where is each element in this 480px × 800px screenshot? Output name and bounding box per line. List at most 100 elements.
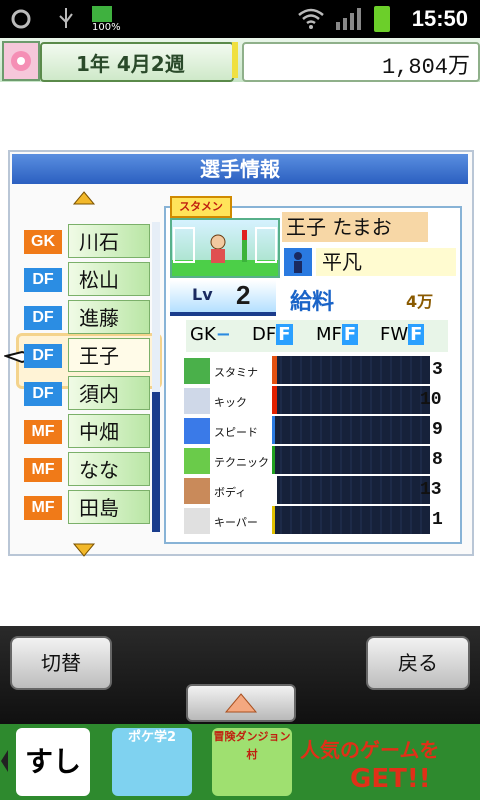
stat-value: 13 — [420, 480, 442, 500]
stat-label: テクニック — [214, 456, 269, 469]
aptitude-gk: GK− — [190, 324, 231, 345]
stat-label: ボディ — [214, 486, 247, 499]
position-badge: DF — [24, 382, 62, 406]
scroll-up-arrow[interactable] — [72, 190, 96, 206]
aptitude-pos: MF — [316, 324, 342, 345]
aptitude-fw: FW F — [380, 324, 425, 345]
recycle-icon — [10, 8, 32, 30]
aptitude-df: DF F — [252, 324, 293, 345]
aptitude-grade: F — [341, 324, 359, 345]
ad-left-arrow[interactable] — [0, 746, 10, 776]
ad-app-sushi[interactable]: すし — [16, 728, 90, 796]
position-badge: GK — [24, 230, 62, 254]
wifi-icon — [296, 6, 326, 30]
level-label: Lv — [192, 285, 213, 304]
position-aptitudes: GK− DF F MF F FW F — [186, 320, 448, 352]
aptitude-pos: GK — [190, 324, 216, 345]
battery-small-icon — [92, 6, 112, 22]
aptitude-pos: DF — [252, 324, 277, 345]
stats-list: スタミナ 3 キック 10 スピード 9 テクニック 8 ボディ 13 キーパー… — [184, 356, 450, 536]
stat-bar-fill — [272, 416, 276, 444]
player-name: 田島 — [68, 490, 150, 524]
stat-row: キーパー 1 — [184, 506, 450, 536]
ad-headline: 人気のゲームを — [300, 738, 440, 762]
stat-value: 10 — [420, 390, 442, 410]
position-badge: DF — [24, 268, 62, 292]
list-scrollbar[interactable] — [152, 222, 160, 532]
aptitude-grade: F — [276, 324, 293, 345]
player-name: 中畑 — [68, 414, 150, 448]
player-name: 川石 — [68, 224, 150, 258]
starter-badge: スタメン — [170, 196, 232, 218]
back-button[interactable]: 戻る — [366, 636, 470, 690]
stat-row: ボディ 13 — [184, 476, 450, 506]
stamina-icon — [184, 358, 210, 384]
usb-icon — [56, 6, 76, 30]
clock: 15:50 — [411, 6, 468, 31]
stat-bar — [272, 506, 430, 534]
panel-title: 選手情報 — [12, 154, 468, 184]
aptitude-pos: FW — [380, 324, 409, 345]
player-full-name: 王子 たまお — [282, 212, 428, 242]
menu-expand-button[interactable] — [186, 684, 296, 722]
speed-icon — [184, 418, 210, 444]
ad-banner[interactable]: すし ポケ学2 冒険ダンジョン村 人気のゲームを GET!! — [0, 724, 480, 800]
player-list: GK 川石 DF 松山 DF 進藤 DF 王子 DF 須内 MF 中畑 MF な… — [24, 224, 154, 528]
keeper-icon — [184, 508, 210, 534]
player-trait: 平凡 — [316, 248, 456, 276]
kick-icon — [184, 388, 210, 414]
stat-row: スピード 9 — [184, 416, 450, 446]
aptitude-mf: MF F — [316, 324, 359, 345]
money-amount: 1,804万 — [381, 55, 470, 80]
stat-label: キック — [214, 396, 247, 409]
level-value: 2 — [236, 280, 251, 310]
stat-label: スタミナ — [214, 366, 258, 379]
date-display: 1年 4月2週 — [40, 42, 234, 82]
position-badge: MF — [24, 420, 62, 444]
stat-bar-fill — [272, 476, 277, 504]
stat-value: 1 — [432, 510, 443, 530]
position-badge: MF — [24, 458, 62, 482]
stat-label: スピード — [214, 426, 258, 439]
stat-value: 9 — [432, 420, 443, 440]
stat-value: 3 — [432, 360, 443, 380]
technique-icon — [184, 448, 210, 474]
stat-bar — [272, 446, 430, 474]
stat-bar — [272, 416, 430, 444]
ad-app-dungeon[interactable]: 冒険ダンジョン村 — [212, 728, 292, 796]
position-badge: DF — [24, 344, 62, 368]
stat-value: 8 — [432, 450, 443, 470]
stat-bar-fill — [272, 446, 276, 474]
date-text: 1年 4月2週 — [76, 52, 185, 76]
player-portrait — [170, 218, 280, 278]
stat-bar-fill — [272, 386, 277, 414]
salary-value: 4万 — [406, 292, 434, 311]
cherry-blossom-icon — [2, 41, 40, 81]
aptitude-grade: − — [215, 324, 231, 345]
salary-label: 給料 — [290, 290, 335, 315]
ad-get-text: GET!! — [350, 764, 431, 794]
stat-row: スタミナ 3 — [184, 356, 450, 386]
player-name: 進藤 — [68, 300, 150, 334]
stat-bar — [272, 356, 430, 384]
money-display: 1,804万 — [242, 42, 480, 82]
stat-label: キーパー — [214, 516, 258, 529]
scroll-down-arrow[interactable] — [72, 542, 96, 558]
status-bar: 100% 15:50 — [0, 0, 480, 38]
position-badge: MF — [24, 496, 62, 520]
switch-button[interactable]: 切替 — [10, 636, 112, 690]
stat-row: キック 10 — [184, 386, 450, 416]
ad-app-pokegaku[interactable]: ポケ学2 — [112, 728, 192, 796]
battery-icon — [374, 6, 390, 32]
player-name: 王子 — [68, 338, 150, 372]
scrollbar-thumb[interactable] — [152, 392, 160, 532]
player-name: 松山 — [68, 262, 150, 296]
stat-row: テクニック 8 — [184, 446, 450, 476]
stat-bar-fill — [272, 356, 277, 384]
battery-label: 100% — [92, 22, 121, 33]
player-name: なな — [68, 452, 150, 486]
signal-icon — [336, 8, 362, 30]
player-name: 須内 — [68, 376, 150, 410]
body-icon — [184, 478, 210, 504]
divider — [232, 42, 238, 78]
